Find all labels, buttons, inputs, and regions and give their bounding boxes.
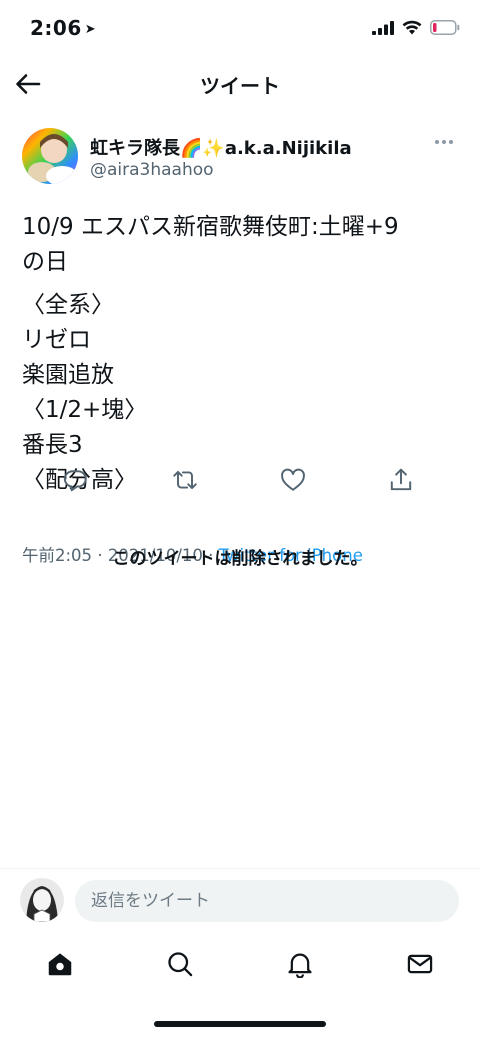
more-icon <box>435 140 453 144</box>
tab-search[interactable] <box>164 948 196 980</box>
status-time: 2:06 ➤ <box>30 16 96 40</box>
search-icon <box>168 952 193 977</box>
messages-icon <box>407 954 433 974</box>
author-avatar[interactable] <box>22 128 78 184</box>
tab-home[interactable] <box>44 948 76 980</box>
heart-icon <box>281 468 305 491</box>
retweet-icon <box>173 470 197 490</box>
like-button[interactable] <box>279 466 307 494</box>
tweet-text: 10/9 エスパス新宿歌舞伎町:土曜+9 の日 〈全系〉 リゼロ 楽園追放 〈1… <box>22 210 462 498</box>
reply-button[interactable] <box>62 466 90 494</box>
author-name[interactable]: 虹キラ隊長🌈✨a.k.a.Nijikila <box>90 134 352 160</box>
more-options-button[interactable] <box>430 132 458 152</box>
tweet-text-line: 楽園追放 <box>22 362 114 388</box>
tweet-author[interactable]: 虹キラ隊長🌈✨a.k.a.Nijikila @aira3haahoo <box>22 128 462 188</box>
reply-bar <box>0 870 480 932</box>
status-bar: 2:06 ➤ <box>0 0 480 56</box>
nav-bar: ツイート <box>0 56 480 112</box>
notifications-icon <box>288 953 312 978</box>
author-handle[interactable]: @aira3haahoo <box>90 160 214 180</box>
battery-icon <box>430 20 460 35</box>
author-avatar-image <box>22 128 78 184</box>
tweet-text-spacer <box>22 280 462 288</box>
bottom-tab-bar <box>0 940 480 990</box>
tweet-text-line: 〈1/2+塊〉 <box>22 397 148 423</box>
reply-icon <box>63 470 87 492</box>
page-title: ツイート <box>200 74 280 98</box>
home-icon <box>48 953 72 976</box>
home-indicator <box>154 1021 326 1027</box>
cellular-signal-icon <box>372 20 394 35</box>
deleted-tweet-notice: このツイートは削除されました。 <box>112 549 368 569</box>
tweet-text-line: 10/9 エスパス新宿歌舞伎町:土曜+9 <box>22 214 399 240</box>
tweet-text-line: リゼロ <box>22 327 91 353</box>
reply-bar-divider <box>0 868 480 869</box>
location-arrow-icon: ➤ <box>84 22 97 37</box>
status-indicators <box>372 20 460 35</box>
tab-messages[interactable] <box>404 948 436 980</box>
tweet-text-line: 〈全系〉 <box>22 292 114 318</box>
reply-input[interactable] <box>75 880 459 922</box>
user-avatar[interactable] <box>20 878 64 922</box>
retweet-button[interactable] <box>171 466 199 494</box>
share-icon <box>390 468 412 491</box>
status-time-text: 2:06 <box>30 16 82 40</box>
wifi-icon <box>402 20 422 35</box>
share-button[interactable] <box>387 466 415 494</box>
user-avatar-image <box>20 878 64 922</box>
tweet-actions <box>0 462 480 498</box>
tab-notifications[interactable] <box>284 948 316 980</box>
tweet-text-line: の日 <box>22 249 68 275</box>
tweet-text-line: 番長3 <box>22 432 83 458</box>
